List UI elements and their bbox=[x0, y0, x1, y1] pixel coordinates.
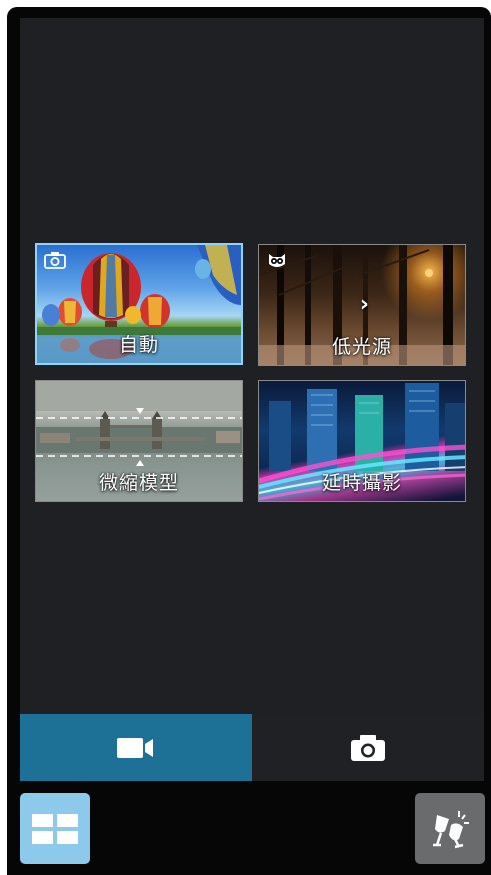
capture-mode-tabbar bbox=[20, 714, 484, 781]
mode-tile-auto[interactable]: 自動 bbox=[35, 243, 243, 365]
mode-tile-low-light[interactable]: › 低光源 bbox=[258, 244, 466, 366]
camera-app: 自動 › 低光源 微縮模型 延時攝影 bbox=[7, 7, 491, 875]
mode-panel: 自動 › 低光源 微縮模型 延時攝影 bbox=[20, 18, 484, 718]
grid-icon bbox=[32, 813, 78, 844]
mode-label-time-lapse: 延時攝影 bbox=[321, 472, 402, 494]
mode-label-auto: 自動 bbox=[118, 334, 159, 356]
camera-icon bbox=[44, 252, 66, 269]
camera-icon bbox=[351, 734, 385, 761]
effects-button[interactable] bbox=[415, 793, 485, 864]
effects-icon bbox=[433, 810, 469, 848]
mode-label-low-light: 低光源 bbox=[331, 336, 392, 358]
mode-tile-miniature[interactable]: 微縮模型 bbox=[35, 380, 243, 502]
mode-grid-button[interactable] bbox=[20, 793, 90, 864]
mode-label-miniature: 微縮模型 bbox=[98, 472, 179, 494]
mode-tile-time-lapse[interactable]: 延時攝影 bbox=[258, 380, 466, 502]
tab-video[interactable] bbox=[20, 714, 252, 781]
chevron-right-icon: › bbox=[359, 292, 369, 317]
tab-photo[interactable] bbox=[252, 714, 484, 781]
video-camera-icon bbox=[117, 737, 153, 758]
owl-icon bbox=[269, 254, 285, 267]
